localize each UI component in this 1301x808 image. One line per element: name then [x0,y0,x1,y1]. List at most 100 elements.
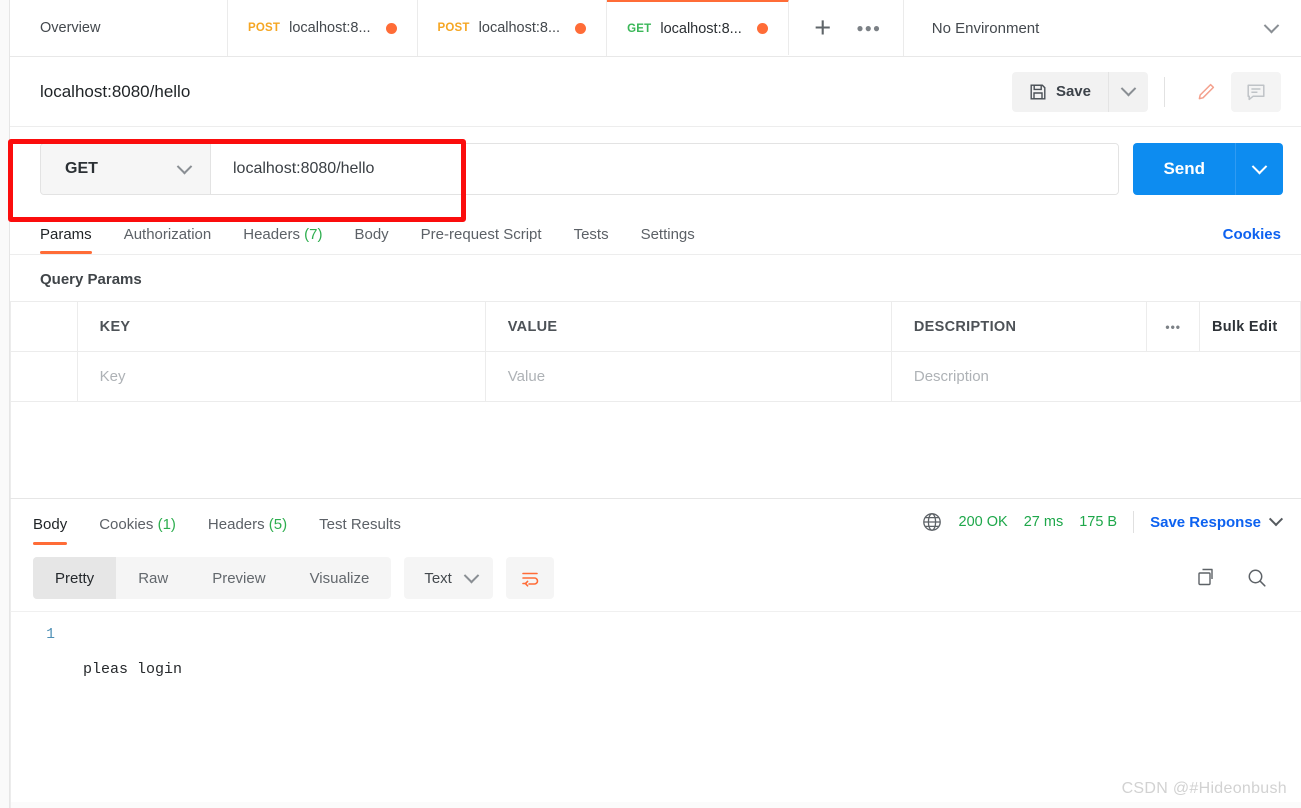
edit-request-button[interactable] [1181,71,1231,112]
response-tab-body[interactable]: Body [33,516,83,545]
save-button[interactable]: Save [1011,71,1108,112]
tab-get-method: GET [627,22,652,35]
response-tab-cookies-count: (1) [157,516,176,533]
format-tab-visualize[interactable]: Visualize [288,557,392,599]
tab-get-label: localhost:8... [660,20,742,37]
environment-selector[interactable]: No Environment [904,0,1301,56]
url-input[interactable] [211,144,1119,194]
comment-icon [1245,81,1267,103]
format-tab-preview[interactable]: Preview [190,557,287,599]
chevron-down-icon [1268,512,1284,527]
request-tab-body[interactable]: Body [338,226,404,254]
save-options-button[interactable] [1108,71,1148,112]
request-tab-tests[interactable]: Tests [558,226,625,254]
request-tab-headers-label: Headers [243,226,300,243]
response-body-code[interactable]: pleas login [69,612,1301,808]
header-checkbox-col [10,301,78,352]
params-empty-area [10,402,1301,498]
horizontal-scrollbar[interactable] [11,802,1301,808]
request-tab-settings[interactable]: Settings [625,226,711,254]
response-tab-cookies[interactable]: Cookies (1) [83,516,192,545]
query-params-title: Query Params [40,271,142,288]
response-language-label: Text [424,569,452,587]
bulk-edit-button[interactable]: Bulk Edit [1199,301,1301,352]
response-tab-headers[interactable]: Headers (5) [192,516,303,545]
request-tab-params-label: Params [40,226,92,243]
request-tab-body-label: Body [354,226,389,243]
tab-post-1-method: POST [248,22,281,34]
request-tab-tests-label: Tests [573,226,609,243]
search-button[interactable] [1245,566,1269,590]
request-tab-headers[interactable]: Headers (7) [227,226,338,254]
response-format-tabs: Pretty Raw Preview Visualize [33,557,392,599]
request-tab-authorization-label: Authorization [123,226,212,243]
row-value-cell[interactable]: Value [485,351,892,402]
save-response-button[interactable]: Save Response [1150,512,1284,531]
copy-icon [1195,566,1219,590]
format-tab-pretty[interactable]: Pretty [33,557,117,599]
tab-post-2-method: POST [437,22,470,34]
http-method-label: GET [65,160,98,177]
response-tools-right [1195,566,1283,590]
workspace: Overview POST localhost:8... POST localh… [10,0,1301,808]
request-header: localhost:8080/hello Save [10,57,1301,127]
tab-post-1[interactable]: POST localhost:8... [228,0,418,56]
header-description: DESCRIPTION [891,301,1148,352]
word-wrap-icon [519,567,541,589]
code-line: pleas login [83,661,183,678]
tab-post-2[interactable]: POST localhost:8... [417,0,608,56]
cookies-link[interactable]: Cookies [1223,226,1281,254]
request-header-actions: Save [1011,71,1281,112]
request-tab-prerequest-script[interactable]: Pre-request Script [405,226,558,254]
query-params-section: Query Params KEY VALUE DESCRIPTION ••• B… [10,255,1301,402]
unsaved-dot-icon [385,22,397,34]
response-tab-cookies-label: Cookies [99,516,154,533]
new-tab-button[interactable]: + [803,8,843,48]
row-description-cell[interactable]: Description [891,351,1301,402]
request-tab-prerequest-script-label: Pre-request Script [420,226,542,243]
environment-label: No Environment [931,19,1040,37]
tab-post-2-label: localhost:8... [478,20,561,36]
request-tabs: Params Authorization Headers (7) Body Pr… [10,211,1301,255]
send-options-button[interactable] [1235,143,1283,195]
request-tab-settings-label: Settings [640,226,695,243]
response-tab-body-label: Body [33,516,68,533]
format-tab-raw[interactable]: Raw [116,557,190,599]
postman-window: Overview POST localhost:8... POST localh… [0,0,1301,808]
comments-button[interactable] [1231,71,1281,112]
left-rail [0,0,10,808]
url-bar: GET Send [10,127,1301,211]
request-title: localhost:8080/hello [40,81,191,101]
tab-options-button[interactable]: ●●● [849,8,889,48]
more-horizontal-icon: ●●● [856,21,882,35]
response-tab-headers-label: Headers [207,516,265,533]
http-method-selector[interactable]: GET [41,144,211,194]
response-tab-headers-count: (5) [268,516,288,533]
table-options-button[interactable]: ••• [1146,301,1200,352]
tab-overview[interactable]: Overview [10,0,228,56]
tab-get-active[interactable]: GET localhost:8... [607,0,789,55]
send-button[interactable]: Send [1133,143,1235,195]
search-icon [1245,566,1269,590]
send-group: Send [1133,143,1283,195]
chevron-down-icon [1251,158,1268,174]
response-tabs: Body Cookies (1) Headers (5) Test Result… [10,499,1301,545]
table-row[interactable]: Key Value Description [10,351,1301,402]
request-tab-authorization[interactable]: Authorization [108,226,228,254]
word-wrap-button[interactable] [505,557,554,599]
request-tab-params[interactable]: Params [40,226,108,254]
copy-button[interactable] [1195,566,1219,590]
response-meta: 200 OK 27 ms 175 B Save Response [921,511,1284,545]
unsaved-dot-icon [756,23,768,34]
response-status: 200 OK [958,514,1008,530]
plus-icon: + [814,11,832,44]
response-tab-test-results-label: Test Results [319,516,401,533]
response-tab-test-results[interactable]: Test Results [303,516,417,545]
row-checkbox-cell[interactable] [10,351,78,402]
response-language-selector[interactable]: Text [404,557,493,599]
chevron-down-icon [1263,17,1280,33]
response-toolbar: Pretty Raw Preview Visualize Text [10,545,1301,611]
row-key-cell[interactable]: Key [77,351,486,402]
tab-bar-actions: + ●●● [789,0,904,56]
chevron-down-icon [463,567,480,583]
